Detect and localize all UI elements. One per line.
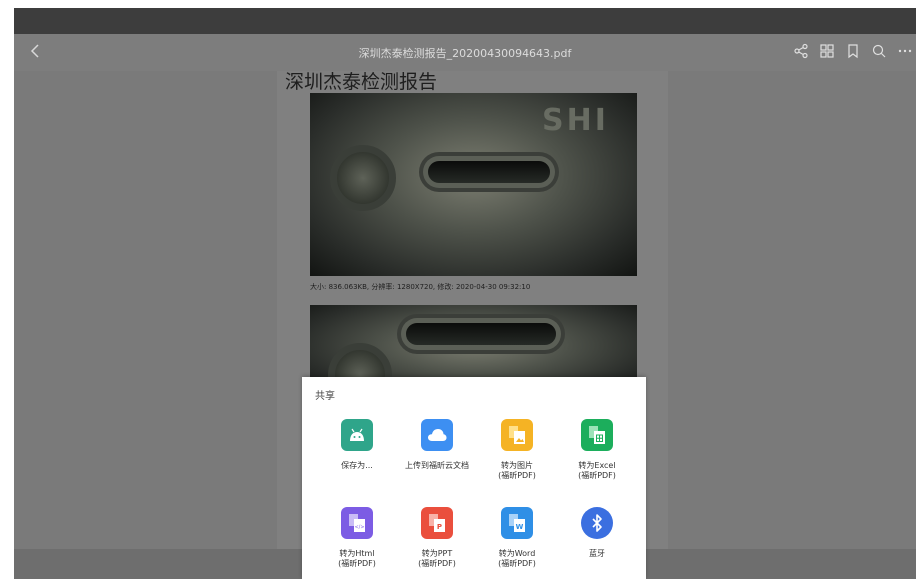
share-option-label: 转为图片 (福昕PDF) xyxy=(498,461,536,480)
svg-text:</>: </> xyxy=(354,525,364,531)
share-option-cloud-upload[interactable]: 上传到福昕云文档 xyxy=(397,419,477,471)
svg-text:W: W xyxy=(516,523,524,531)
photo-slot-detail xyxy=(428,161,550,183)
more-button[interactable] xyxy=(894,38,916,64)
share-sheet: 共享 保存为... 上传到福昕云文档 转为图片 (福昕PDF) 转为Excel (福昕… xyxy=(302,377,646,579)
share-option-convert-word[interactable]: W 转为Word (福昕PDF) xyxy=(477,507,557,569)
bookmark-button[interactable] xyxy=(842,38,864,64)
convert-word-icon: W xyxy=(501,507,533,539)
share-option-label: 蓝牙 xyxy=(589,549,605,558)
svg-text:P: P xyxy=(437,523,442,531)
share-option-label: 上传到福昕云文档 xyxy=(405,461,469,470)
document-title: 深圳杰泰检测报告_20200430094643.pdf xyxy=(358,47,572,60)
share-option-label: 转为PPT (福昕PDF) xyxy=(418,549,456,568)
share-option-convert-image[interactable]: 转为图片 (福昕PDF) xyxy=(477,419,557,481)
convert-excel-icon xyxy=(581,419,613,451)
thumbnails-button[interactable] xyxy=(816,38,838,64)
share-option-convert-ppt[interactable]: P 转为PPT (福昕PDF) xyxy=(397,507,477,569)
share-button[interactable] xyxy=(790,38,812,64)
android-save-icon xyxy=(341,419,373,451)
pdf-heading: 深圳杰泰检测报告 xyxy=(285,71,438,93)
photo-embossed-text: SHI xyxy=(542,103,609,138)
share-option-label: 保存为... xyxy=(341,461,373,470)
more-dots-icon xyxy=(898,49,912,53)
top-toolbar: 深圳杰泰检测报告_20200430094643.pdf xyxy=(14,34,916,71)
photo-caption: 大小: 836.063KB, 分辨率: 1280X720, 修改: 2020-0… xyxy=(310,283,531,291)
share-options-grid: 保存为... 上传到福昕云文档 转为图片 (福昕PDF) 转为Excel (福昕PDF… xyxy=(302,377,646,579)
toolbar-actions xyxy=(790,38,916,64)
search-icon xyxy=(872,44,886,58)
share-option-convert-excel[interactable]: 转为Excel (福昕PDF) xyxy=(557,419,637,481)
photo-ring-detail xyxy=(330,145,396,211)
search-button[interactable] xyxy=(868,38,890,64)
photo-slot-detail xyxy=(406,323,556,345)
convert-ppt-icon: P xyxy=(421,507,453,539)
share-option-bluetooth[interactable]: 蓝牙 xyxy=(557,507,637,559)
share-option-label: 转为Excel (福昕PDF) xyxy=(578,461,616,480)
share-option-label: 转为Word (福昕PDF) xyxy=(498,549,536,568)
bluetooth-icon xyxy=(581,507,613,539)
share-option-convert-html[interactable]: </> 转为Html (福昕PDF) xyxy=(317,507,397,569)
convert-html-icon: </> xyxy=(341,507,373,539)
share-icon xyxy=(794,43,808,59)
share-option-label: 转为Html (福昕PDF) xyxy=(338,549,376,568)
grid-icon xyxy=(820,44,834,58)
inspection-photo-1: SHI xyxy=(310,93,637,276)
convert-image-icon xyxy=(501,419,533,451)
cloud-upload-icon xyxy=(421,419,453,451)
bookmark-icon xyxy=(848,44,858,59)
share-option-android-save[interactable]: 保存为... xyxy=(317,419,397,471)
status-bar xyxy=(14,8,916,34)
